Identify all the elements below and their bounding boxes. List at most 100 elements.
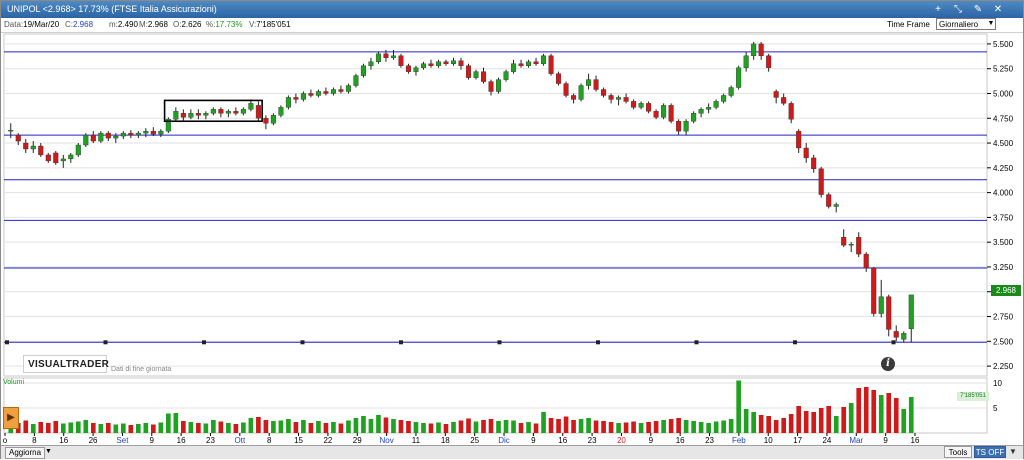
candle-body [113, 135, 119, 139]
candle-body [721, 95, 727, 102]
volume-bar [105, 423, 111, 433]
volume-bar [608, 422, 614, 433]
candle-body [135, 132, 141, 136]
candle-body [661, 105, 667, 118]
candle-body [571, 95, 577, 100]
level-anchor-point [300, 340, 305, 345]
volume-bar [503, 420, 509, 433]
volume-bar [871, 390, 877, 433]
volume-bar [391, 419, 396, 433]
candle-body [616, 97, 622, 100]
volume-bar [98, 424, 104, 433]
volume-bar [211, 420, 216, 433]
candle-body [841, 237, 847, 246]
volume-bar [226, 423, 231, 433]
volume-bar [856, 388, 862, 433]
volume-bar [60, 423, 66, 433]
level-anchor-point [694, 340, 699, 345]
candle-body [45, 154, 51, 162]
candle-body [668, 105, 674, 122]
chevron-down-icon[interactable]: ▼ [45, 447, 52, 457]
date-tick-label: 15 [294, 436, 303, 445]
candle-body [886, 296, 892, 330]
candle-body [293, 97, 299, 100]
volume-bar [878, 395, 884, 433]
volume-bar [90, 423, 96, 433]
volume-bar [796, 406, 802, 433]
volume-bar [143, 423, 149, 433]
candle-body [218, 109, 224, 114]
candle-body [105, 132, 111, 139]
candle-body [330, 89, 336, 94]
candle-body [856, 237, 862, 255]
volume-bar [151, 424, 156, 433]
candle-body [743, 55, 749, 68]
volume-bar [646, 422, 651, 433]
volume-bar [458, 420, 464, 433]
candle-body [638, 103, 644, 108]
volume-bar [653, 421, 659, 433]
date-tick-label: Nov [379, 436, 393, 445]
ts-off-button[interactable]: TS OFF [974, 446, 1006, 458]
volume-bar [826, 406, 832, 433]
date-tick-label: 16 [59, 436, 68, 445]
candle-body [83, 134, 89, 146]
candle-body [23, 142, 29, 150]
candle-body [796, 130, 802, 149]
volume-bar [75, 421, 81, 433]
candle-body [75, 144, 81, 156]
volume-tick-label: 10 [993, 379, 1002, 388]
date-tick-label: 9 [150, 436, 155, 445]
date-tick-label: Dic [498, 436, 510, 445]
candle-body [210, 109, 216, 114]
level-anchor-point [202, 340, 206, 345]
date-tick-label: 18 [441, 436, 450, 445]
candle-body [488, 81, 494, 92]
info-icon[interactable]: i [881, 357, 895, 371]
volume-bar [196, 423, 201, 433]
volume-bar [511, 420, 516, 433]
volume-bar [548, 418, 554, 433]
candle-body [811, 157, 817, 170]
candle-body [450, 60, 457, 64]
volume-bar [698, 422, 704, 433]
volume-bar [271, 421, 276, 433]
candle-body [338, 89, 344, 92]
volume-bar [383, 417, 389, 433]
volume-bar [691, 421, 696, 433]
volume-bar [676, 418, 681, 433]
volume-bar [488, 419, 494, 433]
candle-body [315, 91, 321, 96]
candle-body [533, 61, 539, 64]
tools-button[interactable]: Tools [944, 446, 972, 458]
candle-body [225, 111, 231, 114]
expand-panel-handle[interactable]: ▶ [3, 407, 19, 429]
candle-body [773, 91, 779, 98]
candle-body [503, 71, 509, 80]
volume-bar [901, 409, 907, 433]
chart-window: UNIPOL <2.968> 17.73% (FTSE Italia Assic… [0, 0, 1024, 459]
refresh-button[interactable]: Aggiorna [5, 447, 46, 459]
price-chart[interactable]: 5.500 5.250 5.000 4.750 4.500 4.250 4.000 3.750… [1, 1, 1024, 460]
date-tick-label: 11 [412, 436, 421, 445]
volume-bar [766, 416, 771, 433]
volume-bar [466, 418, 471, 433]
volume-bar [406, 421, 411, 433]
volume-bar [818, 408, 824, 433]
volume-bar [361, 416, 366, 433]
volume-bar [788, 414, 794, 433]
chevron-down-icon[interactable]: ▼ [1009, 446, 1017, 458]
volume-bar [563, 416, 569, 433]
price-tick-label: 3.500 [993, 238, 1014, 247]
candle-body [390, 55, 396, 58]
candle-body [526, 61, 532, 66]
volume-bar [166, 413, 171, 433]
candle-body [428, 63, 434, 66]
volume-bar [346, 420, 351, 433]
brand-logo: VISUALTRADER [23, 355, 109, 373]
candle-body [698, 109, 704, 114]
candle-body [240, 109, 246, 114]
candle-body [691, 113, 697, 122]
candle-body [53, 152, 59, 164]
volume-bar [413, 422, 419, 433]
